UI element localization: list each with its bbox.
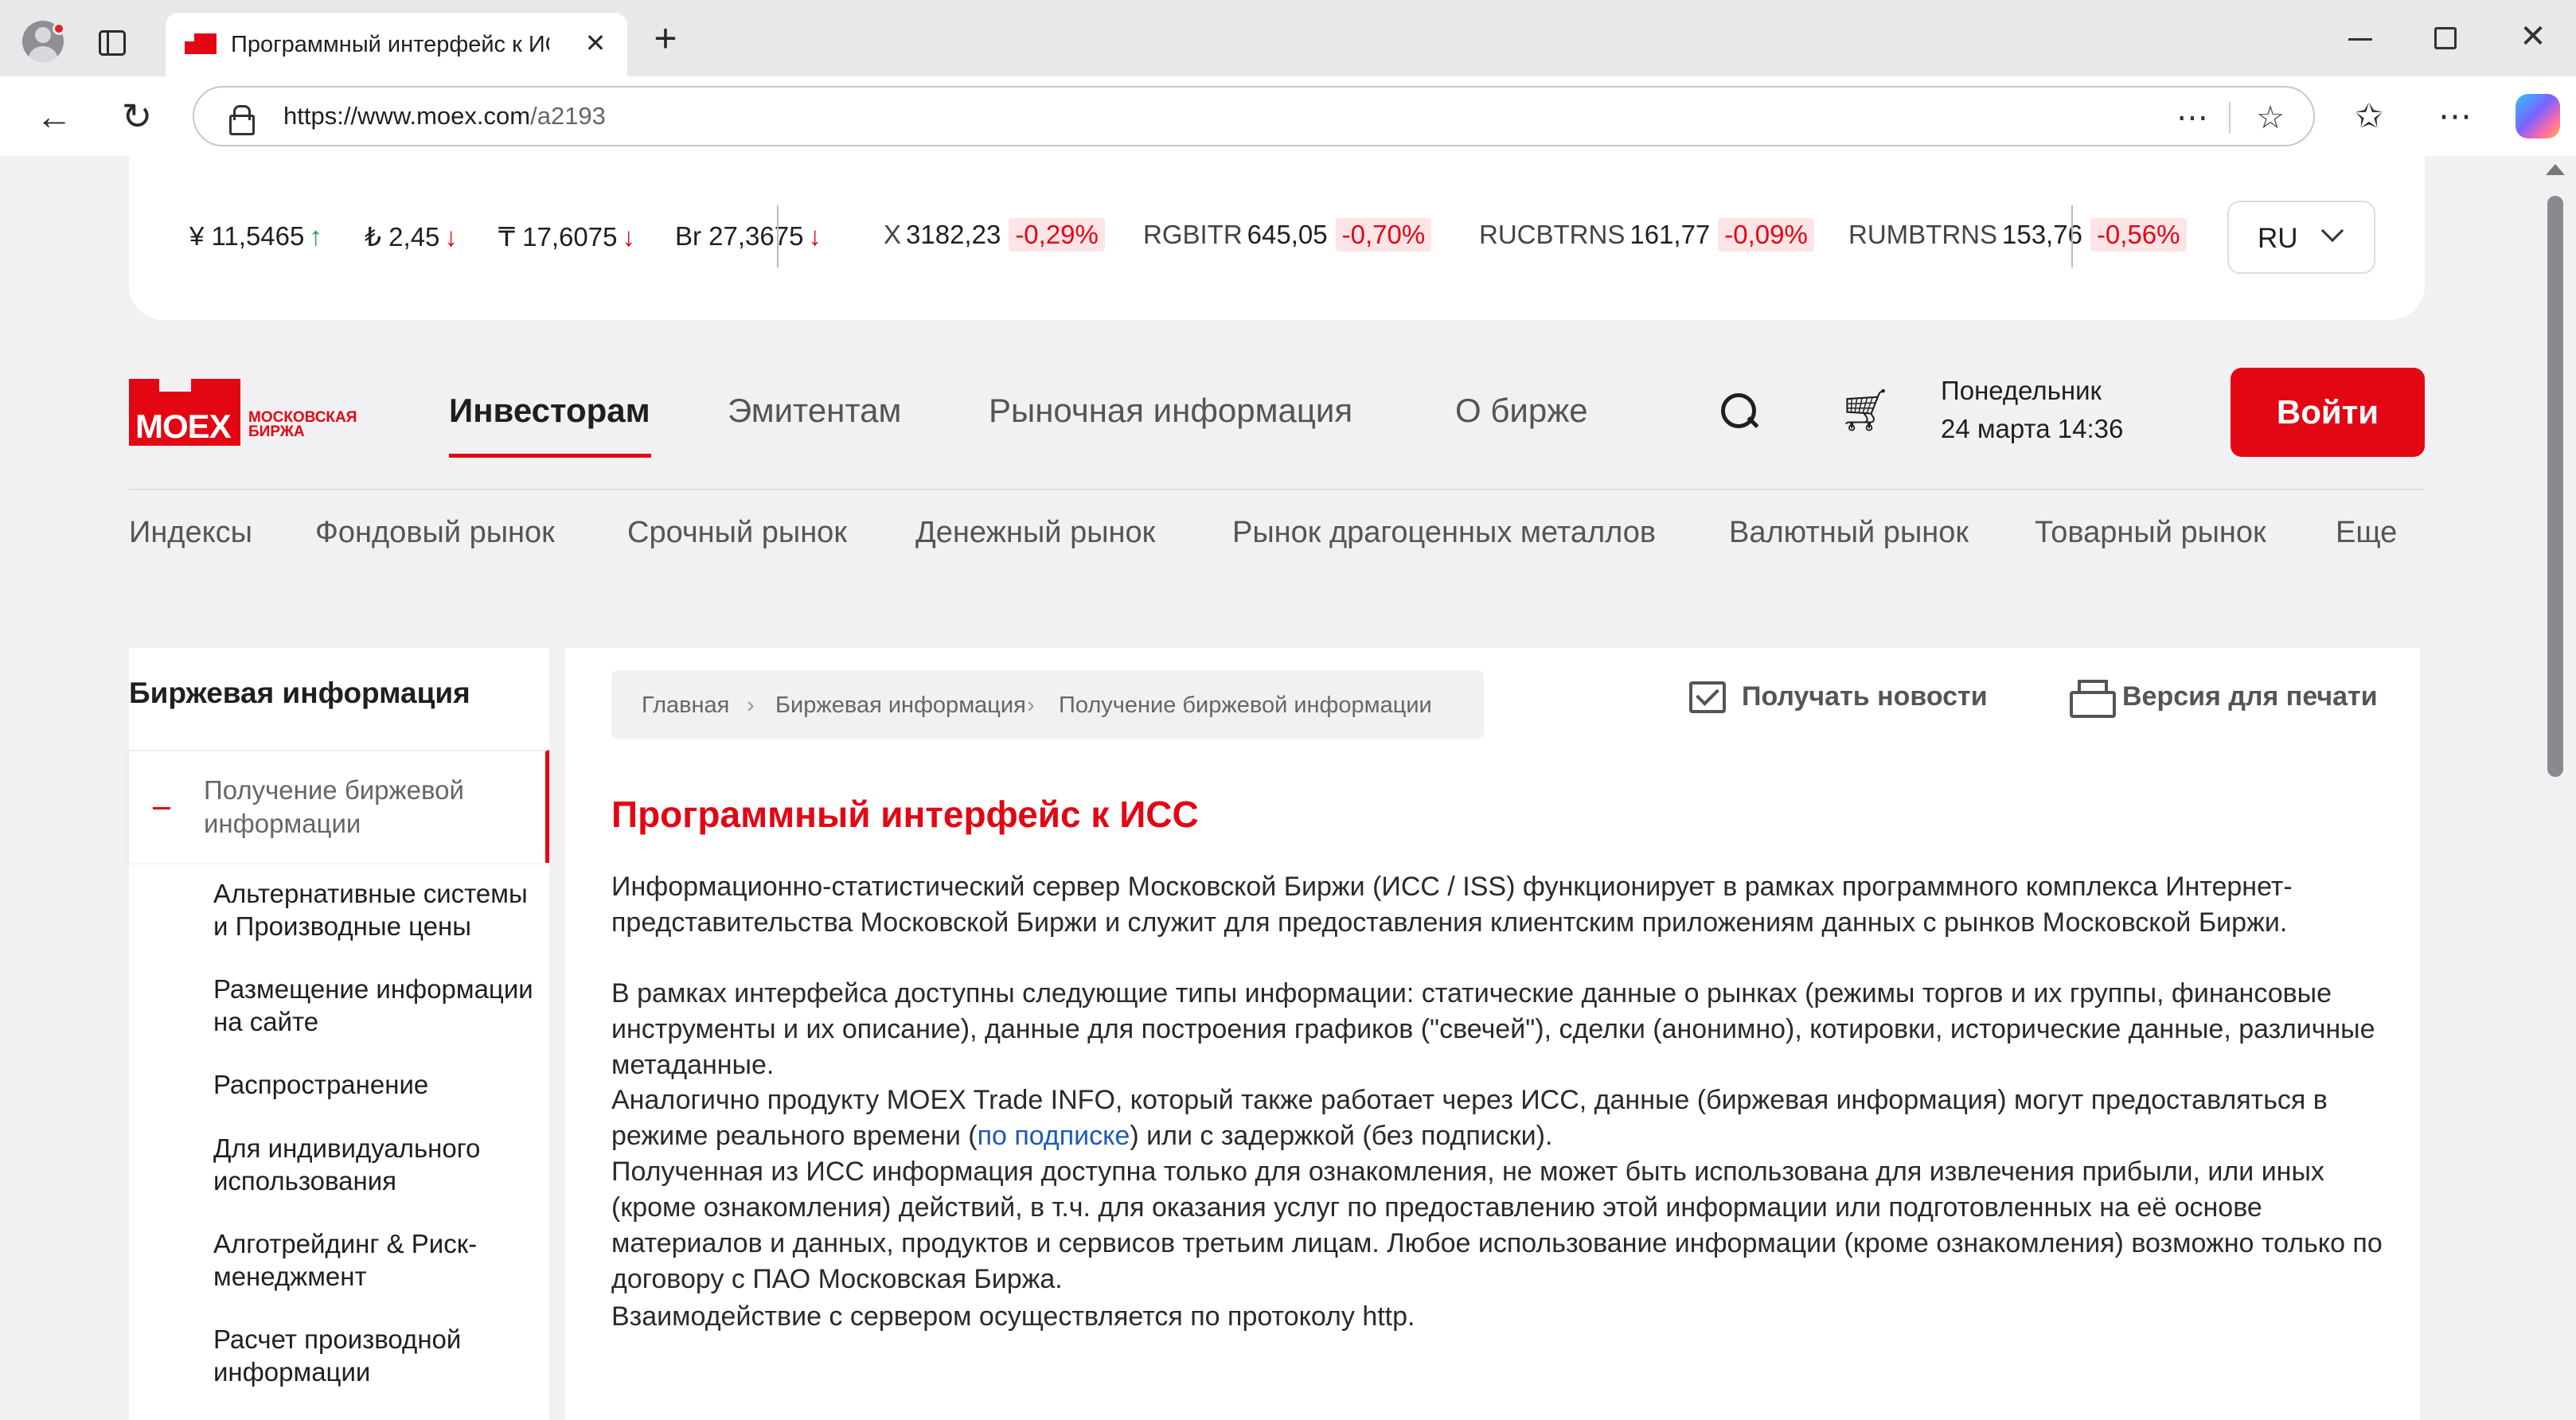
- subnav-indices[interactable]: Индексы: [129, 516, 252, 550]
- ticker-byn[interactable]: Br 27,3675 ↓: [675, 221, 822, 252]
- favorites-list-icon[interactable]: ✩: [2345, 92, 2393, 140]
- nav-about[interactable]: О бирже: [1455, 392, 1588, 430]
- chevron-down-icon: [2320, 219, 2344, 243]
- tab-actions-icon[interactable]: [99, 30, 126, 56]
- breadcrumb-chevron-icon: ›: [1027, 692, 1035, 718]
- breadcrumb: Главная › Биржевая информация › Получени…: [611, 670, 1484, 739]
- breadcrumb-exchange-info[interactable]: Биржевая информация: [775, 692, 1026, 719]
- arrow-down-icon: ↓: [622, 222, 635, 252]
- subnav-fx-market[interactable]: Валютный рынок: [1729, 516, 1969, 550]
- browser-toolbar: ← ↻ https://www.moex.com/a2193 ⋯ ☆ ✩ ⋯: [0, 76, 2576, 156]
- paragraph-realtime: Аналогично продукту MOEX Trade INFO, кот…: [611, 1085, 2328, 1151]
- subnav-derivatives[interactable]: Срочный рынок: [627, 516, 847, 550]
- printer-icon[interactable]: [2070, 680, 2116, 718]
- sidebar-item-site-placement[interactable]: Размещение информации на сайте: [213, 973, 548, 1038]
- lock-icon[interactable]: [229, 105, 255, 135]
- page-menu-dots-icon[interactable]: ⋯: [2170, 96, 2215, 140]
- sidebar-item-distribution[interactable]: Распространение: [213, 1068, 548, 1101]
- logo-subtitle: МОСКОВСКАЯ БИРЖА: [248, 409, 357, 440]
- moex-logo[interactable]: MOEX: [129, 379, 240, 446]
- scrollbar-thumb[interactable]: [2547, 196, 2563, 777]
- window-maximize-icon[interactable]: [2434, 27, 2457, 49]
- arrow-down-icon: ↓: [808, 221, 822, 251]
- ticker-cny[interactable]: ¥ 11,5465 ↑: [189, 221, 322, 252]
- language-select[interactable]: RU: [2227, 201, 2375, 274]
- nav-market-info[interactable]: Рыночная информация: [989, 392, 1352, 430]
- breadcrumb-home[interactable]: Главная: [642, 692, 729, 719]
- browser-tab-active[interactable]: Программный интерфейс к ИСС ✕: [166, 13, 627, 76]
- header-divider: [129, 489, 2425, 490]
- browser-tabbar: Программный интерфейс к ИСС ✕ + ✕: [0, 0, 2576, 76]
- page-title: Программный интерфейс к ИСС: [611, 794, 1199, 835]
- collapse-dash-icon: [153, 807, 170, 809]
- reload-icon[interactable]: ↻: [113, 92, 161, 140]
- current-datetime: 24 марта 14:36: [1941, 414, 2124, 443]
- address-bar[interactable]: https://www.moex.com/a2193 ⋯ ☆: [193, 86, 2315, 146]
- sidebar-item-active[interactable]: Получение биржевой информации: [129, 750, 549, 863]
- breadcrumb-current: Получение биржевой информации: [1059, 692, 1432, 718]
- ticker-kzt[interactable]: ₸ 17,6075 ↓: [498, 221, 635, 252]
- back-arrow-icon[interactable]: ←: [30, 92, 78, 140]
- nav-issuers[interactable]: Эмитентам: [728, 392, 901, 430]
- logo-text: MOEX: [135, 408, 232, 445]
- subnav-stock-market[interactable]: Фондовый рынок: [315, 516, 555, 550]
- login-button[interactable]: Войти: [2231, 368, 2425, 457]
- paragraph-protocol: Взаимодействие с сервером осуществляется…: [611, 1301, 1415, 1332]
- url-text[interactable]: https://www.moex.com/a2193: [283, 102, 606, 131]
- paragraph-intro: Информационно-статистический сервер Моск…: [611, 872, 2293, 938]
- address-bar-divider: [2229, 102, 2231, 134]
- sidebar-item-label: Получение биржевой информации: [204, 775, 464, 838]
- arrow-up-icon: ↑: [309, 221, 322, 251]
- subnav-commodity[interactable]: Товарный рынок: [2035, 516, 2266, 550]
- ticker-index-rgbitr[interactable]: RGBITR 645,05 -0,70%: [1143, 218, 1432, 252]
- copilot-icon[interactable]: [2516, 94, 2560, 138]
- tab-title: Программный интерфейс к ИСС: [231, 32, 549, 57]
- sidebar-item-individual-use[interactable]: Для индивидуального использования: [213, 1132, 548, 1197]
- sidebar-item-algotrading[interactable]: Алготрейдинг & Риск-менеджмент: [213, 1227, 548, 1293]
- ticker-divider: [2071, 205, 2073, 267]
- ticker-divider: [777, 205, 779, 267]
- ticker-try[interactable]: ₺ 2,45 ↓: [365, 221, 458, 252]
- paragraph-usage-terms: Полученная из ИСС информация доступна то…: [611, 1157, 2383, 1294]
- page-viewport: ¥ 11,5465 ↑ ₺ 2,45 ↓ ₸ 17,6075 ↓ Br 27,3675…: [8, 156, 2538, 1420]
- current-weekday: Понедельник: [1941, 376, 2102, 405]
- ticker-index-rucbtrns[interactable]: RUCBTRNS 161,77 -0,09%: [1479, 218, 1814, 252]
- mail-check-icon[interactable]: [1689, 681, 1726, 713]
- favorite-star-icon[interactable]: ☆: [2248, 96, 2293, 140]
- logo-notch: [159, 379, 191, 392]
- print-version-link[interactable]: Версия для печати: [2122, 681, 2378, 712]
- nav-investors[interactable]: Инвесторам: [449, 392, 650, 430]
- breadcrumb-chevron-icon: ›: [747, 692, 755, 718]
- sidebar-item-derived-info[interactable]: Расчет производной информации: [213, 1323, 548, 1388]
- search-icon[interactable]: [1718, 390, 1759, 431]
- subnav-money-market[interactable]: Денежный рынок: [915, 516, 1155, 550]
- language-label: RU: [2258, 223, 2298, 254]
- arrow-down-icon: ↓: [444, 222, 458, 252]
- sidebar-item-alt-systems[interactable]: Альтернативные системы и Производные цен…: [213, 877, 548, 942]
- ticker-index-x[interactable]: X 3182,23 -0,29%: [884, 218, 1105, 252]
- window-close-icon[interactable]: ✕: [2516, 19, 2551, 54]
- ticker-index-rumbtrns[interactable]: RUMBTRNS 153,76 -0,56%: [1848, 218, 2187, 252]
- scroll-up-arrow-icon[interactable]: [2546, 164, 2565, 175]
- new-tab-icon[interactable]: +: [648, 18, 683, 58]
- tab-close-icon[interactable]: ✕: [580, 27, 611, 59]
- subnav-more[interactable]: Еще: [2336, 516, 2397, 550]
- window-minimize-icon[interactable]: [2348, 38, 2372, 41]
- subscribe-news-link[interactable]: Получать новости: [1742, 681, 1988, 712]
- notification-dot-icon: [53, 22, 65, 35]
- paragraph-info-types: В рамках интерфейса доступны следующие т…: [611, 978, 2375, 1080]
- subscription-link[interactable]: по подписке: [978, 1121, 1130, 1151]
- nav-active-underline: [449, 454, 651, 458]
- cart-icon[interactable]: 🛒︎: [1839, 387, 1891, 435]
- settings-more-icon[interactable]: ⋯: [2431, 92, 2479, 140]
- moex-favicon-icon: [185, 33, 217, 54]
- subnav-precious-metals[interactable]: Рынок драгоценных металлов: [1232, 516, 1656, 550]
- sidebar-title[interactable]: Биржевая информация: [129, 677, 470, 710]
